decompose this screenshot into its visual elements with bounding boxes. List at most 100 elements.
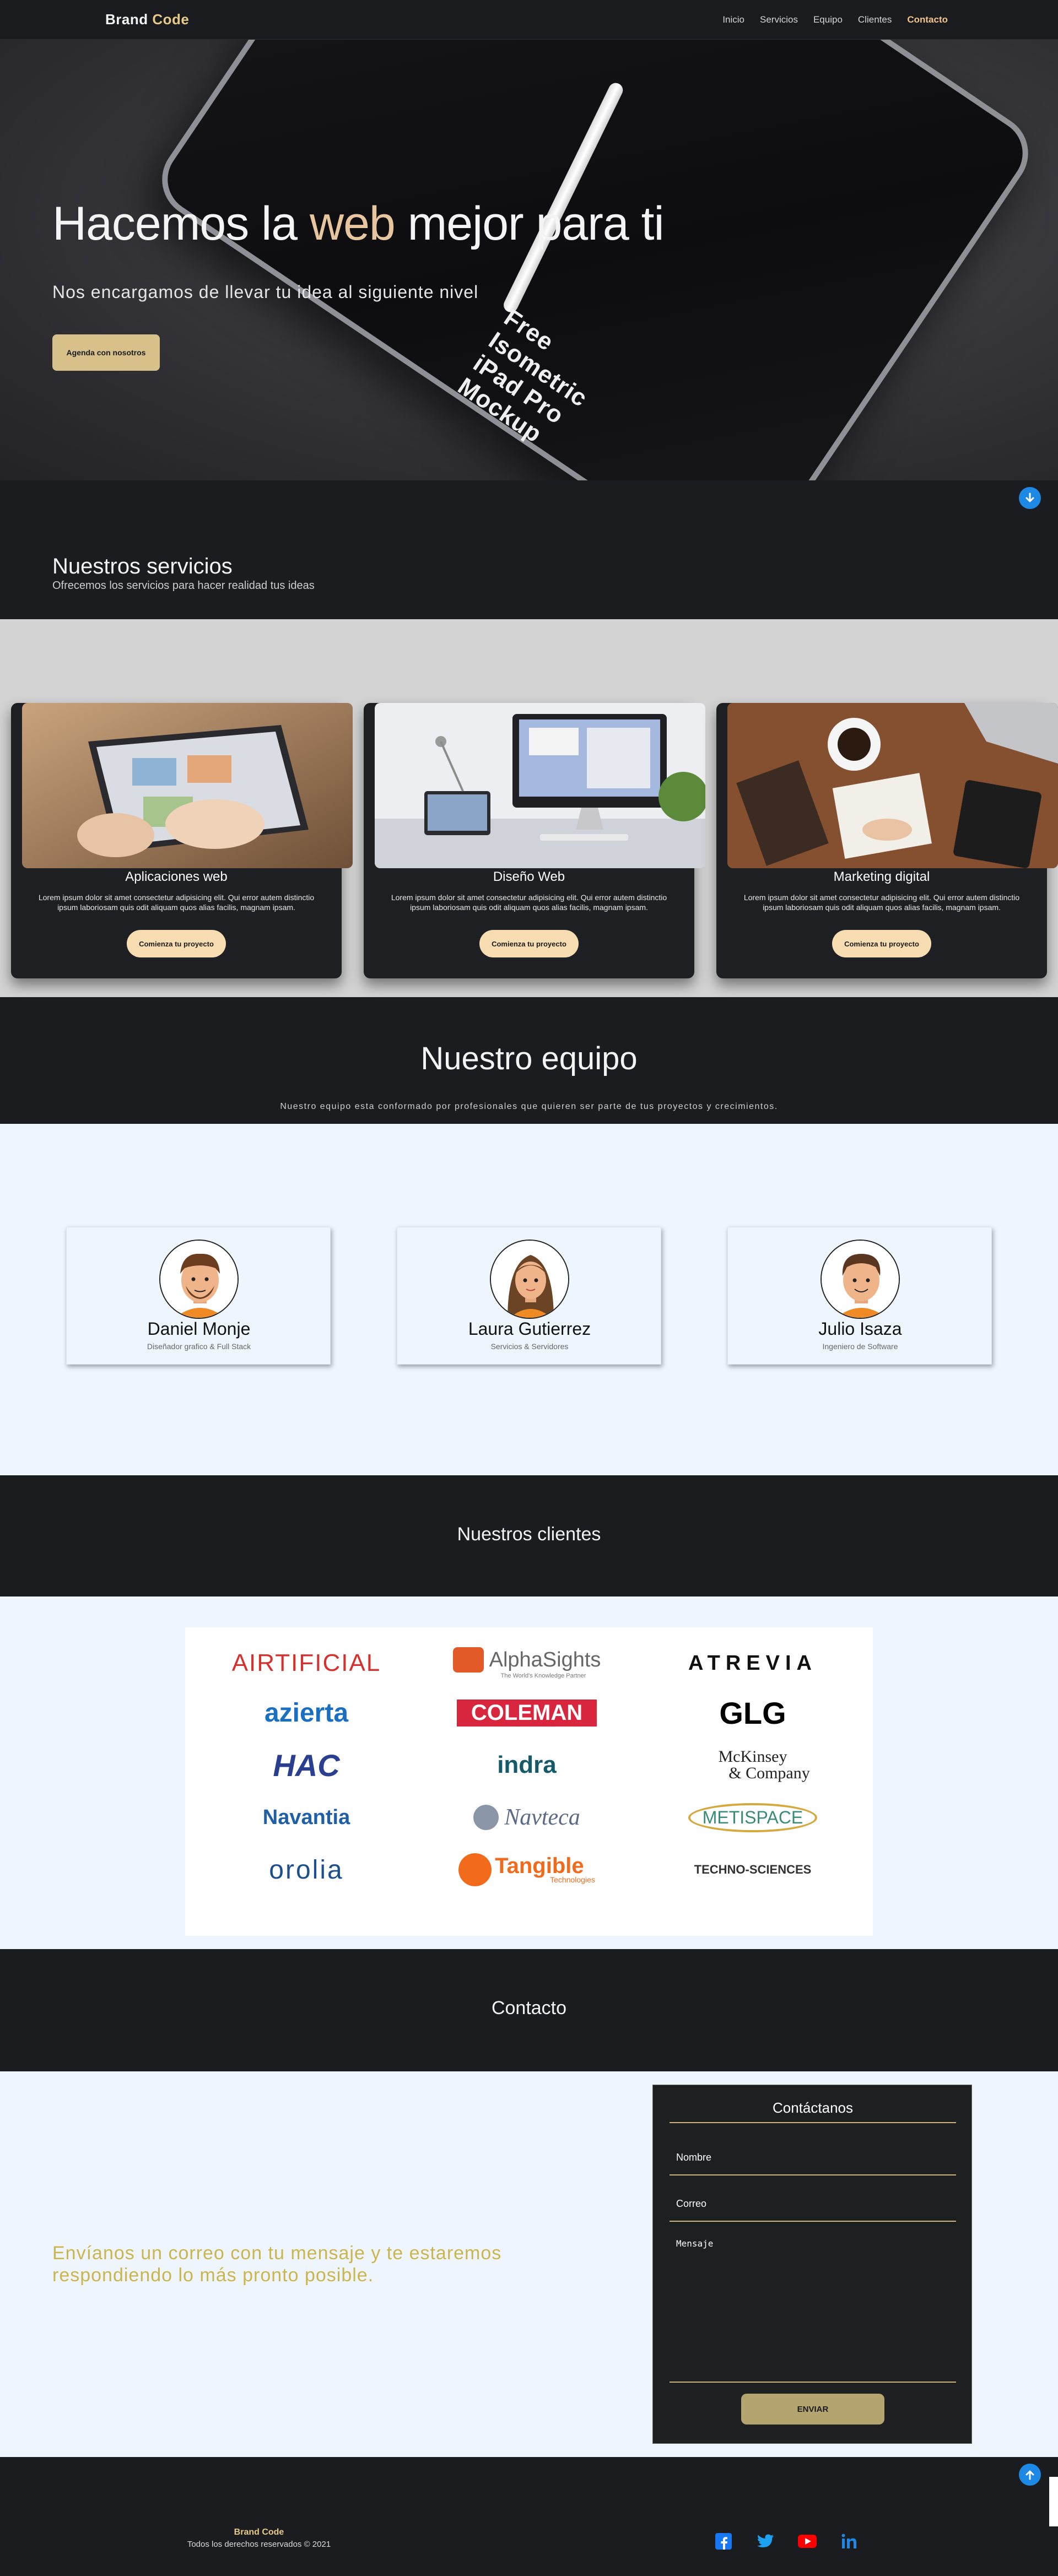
- team-subtitle: Nuestro equipo esta conformado por profe…: [280, 1102, 778, 1111]
- email-field[interactable]: Correo: [670, 2187, 956, 2222]
- team-member-card: Laura Gutierrez Servicios & Servidores: [397, 1227, 661, 1365]
- logo-mckinsey-text-1: McKinsey: [718, 1747, 787, 1766]
- nav-links: Inicio Servicios Equipo Clientes Contact…: [722, 14, 948, 25]
- navbar: Brand Code Inicio Servicios Equipo Clien…: [0, 0, 1058, 40]
- start-project-button[interactable]: Comienza tu proyecto: [127, 930, 226, 957]
- brand-name-part2: Code: [152, 11, 190, 28]
- team-header: Nuestro equipo Nuestro equipo esta confo…: [0, 997, 1058, 1124]
- logo-navantia-text: Navantia: [262, 1805, 350, 1829]
- team-section: Daniel Monje Diseñador grafico & Full St…: [0, 1124, 1058, 1475]
- logo-mckinsey-text-2: & Company: [728, 1764, 810, 1782]
- start-project-button[interactable]: Comienza tu proyecto: [479, 930, 579, 957]
- avatar: [490, 1240, 569, 1319]
- member-name: Julio Isaza: [818, 1319, 902, 1339]
- client-logo-navantia: Navantia: [202, 1793, 411, 1842]
- logo-indra-text: indra: [497, 1751, 557, 1778]
- logo-hac-text: HAC: [273, 1747, 340, 1783]
- member-name: Laura Gutierrez: [468, 1319, 591, 1339]
- email-field-placeholder: Correo: [676, 2198, 707, 2209]
- services-subtitle: Ofrecemos los servicios para hacer reali…: [52, 580, 315, 592]
- message-field[interactable]: Mensaje: [670, 2233, 956, 2383]
- logo-glg-text: GLG: [719, 1695, 786, 1730]
- clients-title: Nuestros clientes: [457, 1524, 601, 1545]
- client-logo-alphasights: AlphaSights The World's Knowledge Partne…: [422, 1638, 631, 1688]
- hero-title-part1: Hacemos la: [52, 197, 298, 250]
- logo-metispace-text: METISPACE: [688, 1803, 818, 1832]
- logo-alphasights-tagline: The World's Knowledge Partner: [500, 1673, 586, 1679]
- footer: Brand Code Todos los derechos reservados…: [0, 2457, 1058, 2576]
- client-logo-orolia: orolia: [202, 1845, 411, 1895]
- logo-atrevia-text: ATREVIA: [688, 1651, 817, 1675]
- nav-link-contacto[interactable]: Contacto: [907, 14, 948, 25]
- name-field[interactable]: Nombre: [670, 2140, 956, 2175]
- service-title: Marketing digital: [833, 869, 930, 884]
- logo-coleman-text: COLEMAN: [456, 1699, 597, 1727]
- service-text: Lorem ipsum dolor sit amet consectetur a…: [38, 893, 315, 912]
- facebook-icon[interactable]: [714, 2532, 733, 2551]
- client-logo-mckinsey: McKinsey & Company: [648, 1740, 857, 1790]
- client-logo-metispace: METISPACE: [648, 1793, 857, 1842]
- member-role: Diseñador grafico & Full Stack: [147, 1342, 251, 1351]
- message-field-placeholder: Mensaje: [676, 2238, 714, 2249]
- form-title: Contáctanos: [670, 2099, 956, 2123]
- member-name: Daniel Monje: [147, 1319, 251, 1339]
- client-logo-atrevia: ATREVIA: [648, 1638, 857, 1688]
- service-text: Lorem ipsum dolor sit amet consectetur a…: [391, 893, 667, 912]
- footer-copyright: Todos los derechos reservados © 2021: [187, 2540, 331, 2549]
- services-title: Nuestros servicios: [52, 554, 233, 578]
- clients-section: AIRTIFICIAL AlphaSights The World's Know…: [0, 1597, 1058, 1949]
- hero-cta-button[interactable]: Agenda con nosotros: [52, 334, 160, 371]
- avatar: [821, 1240, 900, 1319]
- services-header: Nuestros servicios Ofrecemos los servici…: [0, 480, 1058, 619]
- service-text: Lorem ipsum dolor sit amet consectetur a…: [743, 893, 1020, 912]
- arrow-down-circle-icon[interactable]: [1019, 487, 1041, 509]
- contact-title: Contacto: [491, 1998, 567, 2018]
- hero-title: Hacemos la web mejor para ti: [52, 197, 665, 251]
- hero-section: Free Isometric iPad Pro Mockup Hacemos l…: [0, 40, 1058, 480]
- team-member-card: Julio Isaza Ingeniero de Software: [727, 1227, 992, 1365]
- hero-title-accent: web: [309, 197, 396, 250]
- client-logo-glg: GLG: [648, 1688, 857, 1738]
- client-logo-techno-sciences: TECHNO-SCIENCES: [648, 1845, 857, 1895]
- twitter-icon[interactable]: [756, 2532, 775, 2551]
- logo-airtificial-text: AIRTIFICIAL: [231, 1649, 381, 1676]
- avatar: [159, 1240, 239, 1319]
- logo-tangible-text: Tangible: [495, 1854, 584, 1878]
- services-cards-section: Aplicaciones web Lorem ipsum dolor sit a…: [0, 619, 1058, 997]
- nav-link-inicio[interactable]: Inicio: [722, 14, 744, 25]
- service-image-web-apps: [22, 703, 353, 868]
- nav-link-equipo[interactable]: Equipo: [813, 14, 843, 25]
- logo-tangible-sub: Technologies: [550, 1875, 595, 1884]
- client-logo-tangible: Tangible Technologies: [422, 1845, 631, 1895]
- logo-techno-text: TECHNO-SCIENCES: [694, 1863, 812, 1876]
- contact-message: Envíanos un correo con tu mensaje y te e…: [52, 2243, 502, 2286]
- hero-title-part2: mejor para ti: [407, 197, 665, 250]
- contact-section: Envíanos un correo con tu mensaje y te e…: [0, 2071, 1058, 2457]
- logo-alphasights-text: AlphaSights: [489, 1648, 601, 1671]
- hero-subtitle: Nos encargamos de llevar tu idea al sigu…: [52, 282, 479, 302]
- client-logos-grid: AIRTIFICIAL AlphaSights The World's Know…: [185, 1627, 873, 1936]
- youtube-icon[interactable]: [798, 2532, 817, 2551]
- client-logo-azierta: azierta: [202, 1688, 411, 1738]
- contact-form: Contáctanos Nombre Correo Mensaje ENVIAR: [652, 2085, 972, 2444]
- linkedin-icon[interactable]: [840, 2532, 859, 2551]
- member-role: Servicios & Servidores: [490, 1342, 569, 1351]
- footer-brand: Brand Code: [234, 2528, 284, 2537]
- service-image-digital-marketing: [727, 703, 1058, 868]
- nav-link-clientes[interactable]: Clientes: [858, 14, 892, 25]
- service-card-digital-marketing: Marketing digital Lorem ipsum dolor sit …: [716, 703, 1058, 978]
- start-project-button[interactable]: Comienza tu proyecto: [832, 930, 931, 957]
- logo-navteca-text: Navteca: [504, 1805, 580, 1830]
- nav-link-servicios[interactable]: Servicios: [760, 14, 798, 25]
- send-button[interactable]: ENVIAR: [741, 2394, 884, 2425]
- client-logo-coleman: COLEMAN: [422, 1688, 631, 1738]
- arrow-up-circle-icon[interactable]: [1019, 2464, 1041, 2486]
- logo-azierta-text: azierta: [264, 1698, 349, 1728]
- edge-scroll-strip: [1049, 2477, 1058, 2526]
- client-logo-navteca: Navteca: [422, 1793, 631, 1842]
- service-title: Aplicaciones web: [125, 869, 228, 884]
- service-card-web-apps: Aplicaciones web Lorem ipsum dolor sit a…: [11, 703, 353, 978]
- service-image-web-design: [375, 703, 705, 868]
- brand-logo[interactable]: Brand Code: [105, 11, 189, 28]
- social-links: [714, 2532, 859, 2551]
